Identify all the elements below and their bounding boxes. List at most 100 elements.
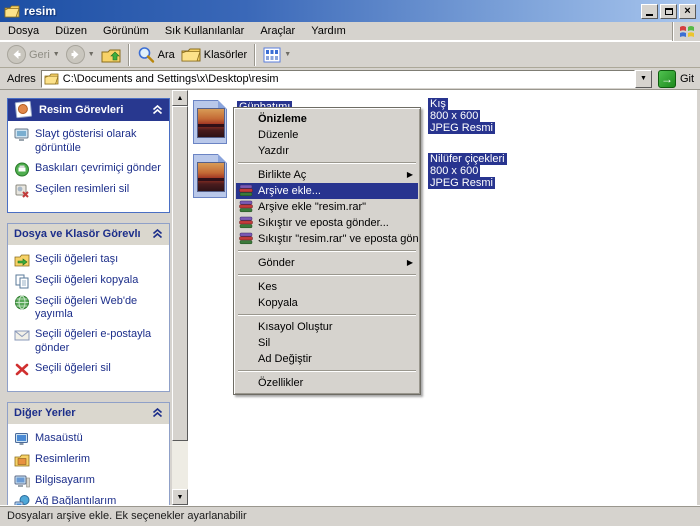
desktop-icon [14,432,30,447]
menu-item-gonder[interactable]: Gönder▶ [236,255,418,271]
winrar-icon [239,200,253,213]
chevron-up-icon[interactable] [152,229,163,239]
task-ogeleri-kopyala[interactable]: Seçili öğeleri kopyala [14,274,165,289]
panel-title: Dosya ve Klasör Görevlı [14,228,152,240]
menu-item-yazdir[interactable]: Yazdır [236,143,418,159]
menu-item-label: Gönder [258,257,295,269]
menu-duzen[interactable]: Düzen [47,23,95,39]
windows-logo-icon [673,22,700,41]
place-masaustu[interactable]: Masaüstü [14,432,165,447]
views-dropdown-icon[interactable]: ▼ [284,51,291,58]
views-button[interactable]: ▼ [260,46,294,64]
task-label: Seçilen resimleri sil [35,183,129,197]
menu-item-kes[interactable]: Kes [236,279,418,295]
email-icon [14,328,30,343]
panel-resim-gorevleri: Resim Görevleri Slayt gösterisi olarak g… [7,98,170,213]
address-dropdown-button[interactable]: ▼ [635,70,652,88]
menu-item-arsive-ekle[interactable]: Arşive ekle... [236,183,418,199]
folders-label: Klasörler [204,49,247,61]
my-pictures-icon [14,453,30,468]
status-text: Dosyaları arşive ekle. Ek seçenekler aya… [7,510,247,522]
menu-item-ad-degistir[interactable]: Ad Değiştir [236,351,418,367]
menu-sik-kullanilanlar[interactable]: Sık Kullanılanlar [157,23,253,39]
submenu-arrow-icon: ▶ [407,167,413,183]
panel-header-diger-yerler[interactable]: Diğer Yerler [8,403,169,425]
file-thumbnail-2[interactable] [193,154,227,198]
minimize-button[interactable] [641,4,658,19]
search-icon [137,46,155,64]
panel-diger-yerler: Diğer Yerler Masaüstü Resimlerim Bilgisa… [7,402,170,506]
maximize-button[interactable] [660,4,677,19]
copy-icon [14,274,30,289]
scroll-down-button[interactable]: ▼ [172,489,188,505]
place-label: Masaüstü [35,432,83,446]
go-button[interactable]: → Git [658,70,694,88]
window-title: resim [24,4,641,18]
menu-dosya[interactable]: Dosya [0,23,47,39]
close-button[interactable]: × [679,4,696,19]
panel-dosya-klasor-gorevleri: Dosya ve Klasör Görevlı Seçili öğeleri t… [7,223,170,392]
place-bilgisayarim[interactable]: Bilgisayarım [14,474,165,489]
task-secilen-resimleri-sil[interactable]: Seçilen resimleri sil [14,183,165,198]
main-region: Resim Görevleri Slayt gösterisi olarak g… [0,90,700,505]
menu-yardim[interactable]: Yardım [303,23,354,39]
menu-item-birlikte-ac[interactable]: Birlikte Aç▶ [236,167,418,183]
menu-item-onizleme[interactable]: Önizleme [236,111,418,127]
chevron-up-icon[interactable] [152,408,163,418]
context-menu: Önizleme Düzenle Yazdır Birlikte Aç▶ Arş… [233,107,421,395]
up-button[interactable] [98,45,124,65]
my-computer-icon [14,474,30,489]
file-tile-kis[interactable]: Kış 800 x 600 JPEG Resmi [428,98,495,134]
panel-header-resim-gorevleri[interactable]: Resim Görevleri [8,99,169,121]
chevron-up-icon[interactable] [152,105,163,115]
task-ogeleri-tasi[interactable]: Seçili öğeleri taşı [14,253,165,268]
menu-item-arsive-ekle-rar[interactable]: Arşive ekle "resim.rar" [236,199,418,215]
menu-separator [238,274,416,276]
menu-item-kopyala[interactable]: Kopyala [236,295,418,311]
menu-item-ozellikler[interactable]: Özellikler [236,375,418,391]
back-dropdown-icon[interactable]: ▼ [53,51,60,58]
online-prints-icon [14,162,30,177]
task-slayt-gosterisi[interactable]: Slayt gösterisi olarak görüntüle [14,128,165,156]
search-button[interactable]: Ara [134,45,178,65]
task-baskilari-cevrimici[interactable]: Baskıları çevrimiçi gönder [14,162,165,177]
menu-gorunum[interactable]: Görünüm [95,23,157,39]
place-ag-baglantilarim[interactable]: Ağ Bağlantılarım [14,495,165,506]
tasks-sidebar: Resim Görevleri Slayt gösterisi olarak g… [0,90,172,505]
menu-item-duzenle[interactable]: Düzenle [236,127,418,143]
place-resimlerim[interactable]: Resimlerim [14,453,165,468]
address-input[interactable]: C:\Documents and Settings\x\Desktop\resi… [41,70,635,88]
menu-item-sikistir-eposta[interactable]: Sıkıştır ve eposta gönder... [236,215,418,231]
toolbar-separator [128,44,130,66]
back-button[interactable]: Geri ▼ [4,44,63,65]
scroll-up-button[interactable]: ▲ [172,90,188,106]
panel-header-dosya-klasor[interactable]: Dosya ve Klasör Görevlı [8,224,169,246]
forward-dropdown-icon[interactable]: ▼ [88,51,95,58]
folder-icon [4,5,20,18]
scrollbar-thumb[interactable] [172,106,188,441]
folder-up-icon [101,46,121,64]
file-tile-nilufer[interactable]: Nilüfer çiçekleri 800 x 600 JPEG Resmi [428,153,507,189]
sidebar-scrollbar[interactable]: ▲ ▼ [172,90,188,505]
folders-button[interactable]: Klasörler [178,46,250,64]
task-epostayla-gonder[interactable]: Seçili öğeleri e-postayla gönder [14,328,165,356]
task-label: Baskıları çevrimiçi gönder [35,162,161,176]
file-thumbnail-gunbatimi[interactable] [193,100,227,144]
place-label: Ağ Bağlantılarım [35,495,116,506]
task-label: Slayt gösterisi olarak görüntüle [35,128,165,156]
menu-separator [238,250,416,252]
menu-item-kisayol-olustur[interactable]: Kısayol Oluştur [236,319,418,335]
menu-item-sil[interactable]: Sil [236,335,418,351]
menu-item-sikistir-rar-eposta[interactable]: Sıkıştır "resim.rar" ve eposta gönder [236,231,418,247]
menu-araclar[interactable]: Araçlar [252,23,303,39]
task-label: Seçili öğeleri sil [35,362,111,376]
picture-tasks-icon [14,101,34,119]
views-icon [263,47,281,63]
forward-button[interactable]: ▼ [63,44,98,65]
move-icon [14,253,30,268]
task-webde-yayimla[interactable]: Seçili öğeleri Web'de yayımla [14,295,165,323]
task-ogeleri-sil[interactable]: Seçili öğeleri sil [14,362,165,377]
slideshow-icon [14,128,30,143]
file-list-area[interactable]: Günbatımı Kış 800 x 600 JPEG Resmi Nilüf… [188,90,700,505]
menu-bar: Dosya Düzen Görünüm Sık Kullanılanlar Ar… [0,22,700,41]
